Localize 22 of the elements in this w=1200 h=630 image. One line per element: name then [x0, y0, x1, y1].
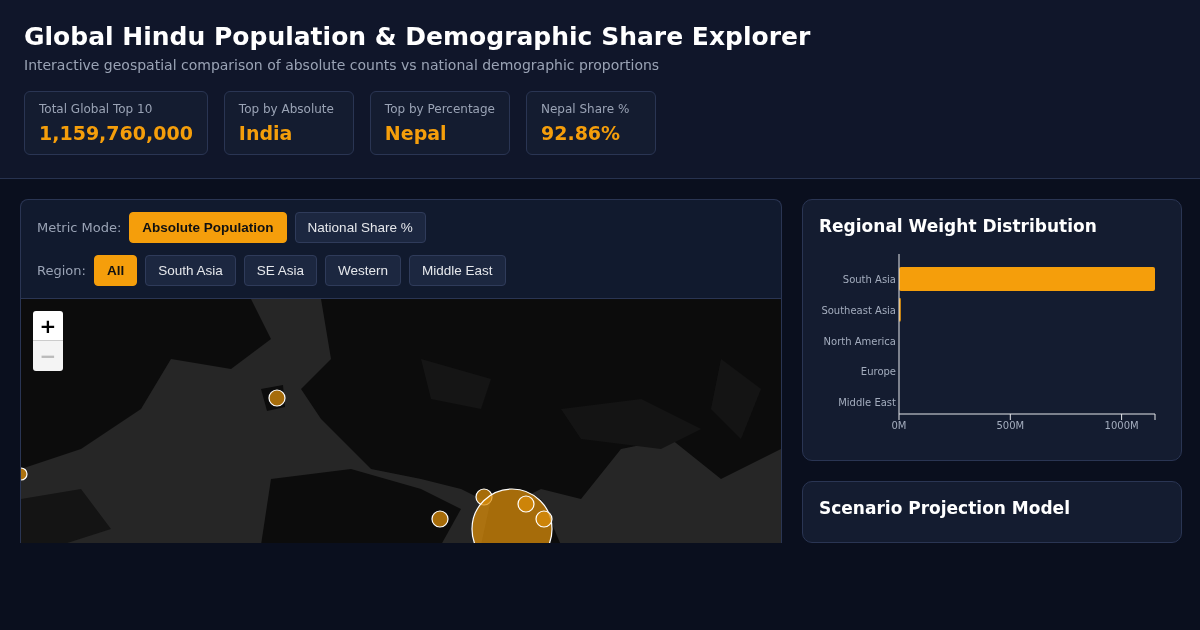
axis-label: Southeast Asia	[821, 304, 896, 316]
stat-label: Top by Absolute	[238, 102, 335, 116]
stat-value: India	[238, 122, 294, 144]
stat-value: Nepal	[384, 122, 448, 144]
tick-label: 1000M	[1104, 420, 1139, 431]
card-title: Scenario Projection Model	[819, 498, 1071, 518]
page-subtitle: Interactive geospatial comparison of absolute counts vs national demographic proportions	[24, 57, 661, 73]
region-label: Region:	[37, 263, 86, 278]
axis-label: North America	[823, 335, 896, 347]
stat-label: Top by Percentage	[384, 102, 495, 116]
stat-label: Total Global Top 10	[39, 102, 154, 116]
stat-value: 1,159,760,000	[39, 122, 193, 144]
stat-value: 92.86%	[540, 122, 622, 144]
axis-label: South Asia	[842, 274, 896, 285]
axis-label: Europe	[860, 366, 896, 378]
axis-label: Middle East	[838, 397, 896, 408]
metric-label: Metric Mode:	[37, 220, 122, 235]
stat-label: Nepal Share %	[540, 102, 631, 116]
page-title: Global Hindu Population & Demographic Share Explorer	[24, 22, 812, 51]
tick-label: 500M	[996, 420, 1025, 431]
card-title: Regional Weight Distribution	[819, 216, 1098, 236]
tick-label: 0M	[891, 420, 907, 431]
